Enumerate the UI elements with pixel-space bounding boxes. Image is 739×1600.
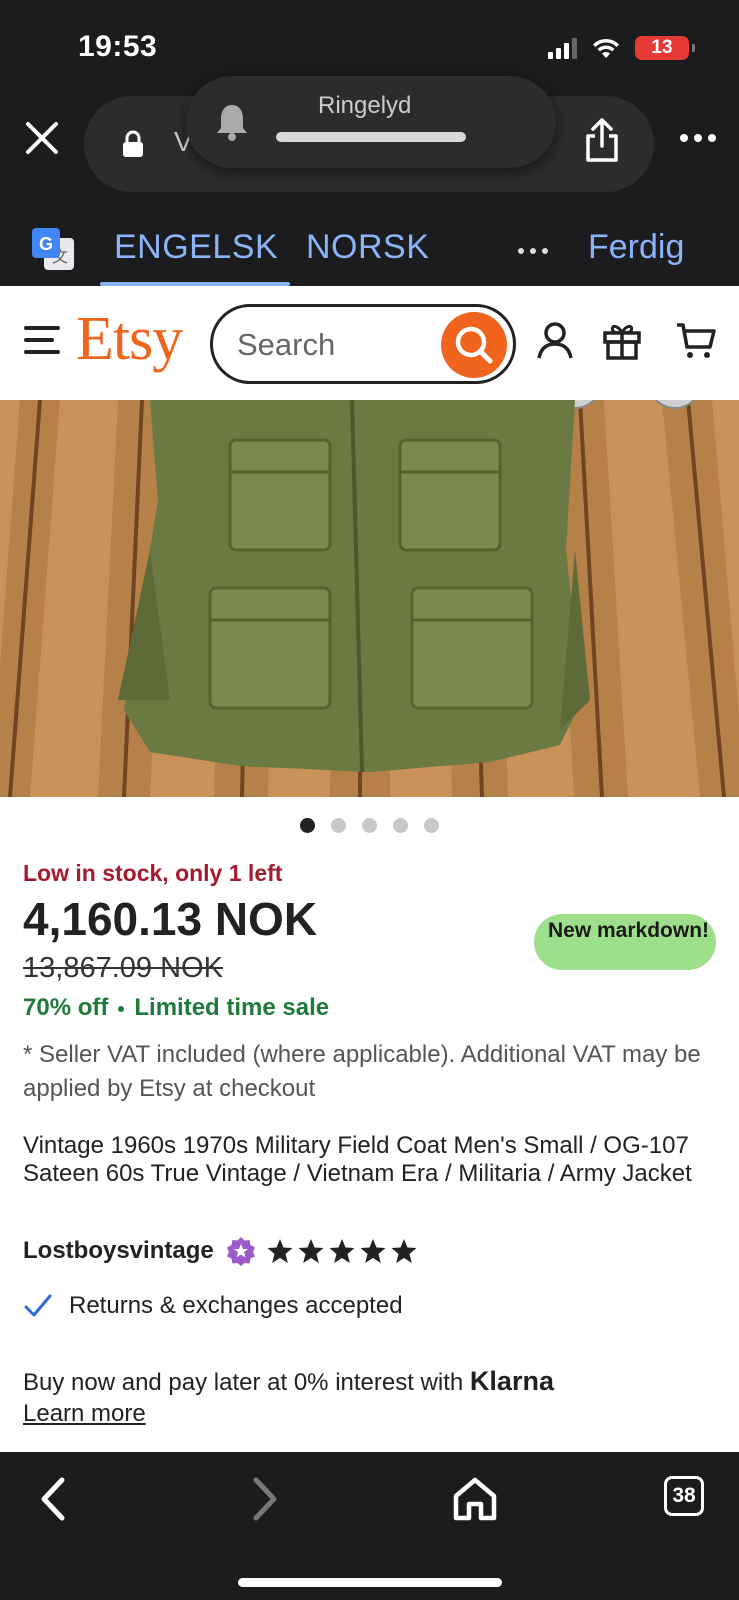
seller-info: Lostboysvintage [23, 1234, 418, 1268]
klarna-text: Buy now and pay later at 0% interest wit… [23, 1369, 464, 1396]
account-icon[interactable] [535, 320, 575, 360]
battery-icon: 13 [635, 36, 695, 60]
browser-toolbar: V Ringelyd [0, 76, 739, 206]
star-icon [391, 1239, 417, 1263]
carousel-dot[interactable] [300, 818, 315, 833]
tab-target-language[interactable]: NORSK [306, 228, 429, 267]
star-icon [329, 1239, 355, 1263]
search-button[interactable] [441, 312, 507, 378]
separator-dot [118, 1005, 125, 1012]
vat-note: * Seller VAT included (where applicable)… [23, 1041, 701, 1102]
tab-source-language[interactable]: ENGELSK [114, 228, 278, 267]
home-icon[interactable] [450, 1474, 500, 1524]
translate-bar: 文 G ENGELSK NORSK Ferdig [0, 206, 739, 286]
menu-icon[interactable] [24, 326, 60, 354]
translate-more-icon[interactable] [518, 248, 548, 254]
lock-icon [123, 130, 143, 157]
cart-icon[interactable] [676, 320, 716, 360]
star-icon [298, 1239, 324, 1263]
star-icon [360, 1239, 386, 1263]
discount-label: 70% off [23, 994, 109, 1021]
rating-stars [266, 1237, 418, 1265]
web-page: Etsy Search Low in stock, only 1 left 4,… [0, 286, 739, 1452]
tabs-count-button[interactable]: 38 [664, 1476, 704, 1516]
returns-info: Returns & exchanges accepted [23, 1292, 403, 1320]
status-icons: 13 [548, 36, 695, 60]
learn-more-link[interactable]: Learn more [23, 1400, 146, 1428]
returns-label: Returns & exchanges accepted [69, 1292, 403, 1319]
ringer-label: Ringelyd [318, 92, 412, 119]
image-carousel-dots[interactable] [0, 818, 739, 833]
google-translate-icon[interactable]: 文 G [32, 228, 76, 272]
current-price: 4,160.13 NOK [23, 893, 318, 945]
checkmark-icon [24, 1294, 52, 1317]
ringer-volume-overlay: Ringelyd [186, 76, 556, 168]
klarna-info: Buy now and pay later at 0% interest wit… [23, 1366, 554, 1397]
wifi-icon [593, 38, 619, 58]
carousel-dot[interactable] [362, 818, 377, 833]
original-price: 13,867.09 NOK [23, 952, 223, 984]
sale-label: Limited time sale [134, 994, 330, 1021]
browser-bottom-bar: 38 [0, 1452, 739, 1600]
more-options-icon[interactable] [680, 134, 716, 142]
markdown-badge: New markdown! [534, 914, 716, 970]
carousel-dot[interactable] [424, 818, 439, 833]
search-icon [455, 326, 493, 364]
seller-name[interactable]: Lostboysvintage [23, 1237, 214, 1265]
star-seller-badge-icon [226, 1237, 255, 1266]
product-title: Vintage 1960s 1970s Military Field Coat … [23, 1132, 692, 1187]
star-icon [267, 1239, 293, 1263]
jacket-photo [0, 400, 739, 797]
etsy-header: Etsy [0, 286, 739, 400]
home-indicator [238, 1578, 502, 1587]
carousel-dot[interactable] [393, 818, 408, 833]
sale-info: 70% off Limited time sale [23, 994, 329, 1022]
cellular-signal-icon [548, 37, 577, 59]
done-button[interactable]: Ferdig [588, 228, 684, 267]
search-input[interactable] [237, 327, 427, 363]
share-icon[interactable] [582, 116, 622, 164]
stock-alert: Low in stock, only 1 left [23, 860, 283, 886]
forward-icon[interactable] [238, 1474, 288, 1524]
ringer-volume-slider[interactable] [276, 132, 466, 142]
klarna-brand: Klarna [469, 1366, 554, 1396]
search-bar [210, 304, 516, 384]
status-time: 19:53 [78, 30, 158, 63]
svg-text:G: G [39, 234, 53, 254]
close-icon[interactable] [22, 118, 62, 158]
bell-icon [217, 105, 247, 141]
back-icon[interactable] [30, 1474, 80, 1524]
product-image[interactable] [0, 400, 739, 797]
carousel-dot[interactable] [331, 818, 346, 833]
gift-icon[interactable] [602, 320, 642, 360]
etsy-logo[interactable]: Etsy [76, 304, 183, 375]
